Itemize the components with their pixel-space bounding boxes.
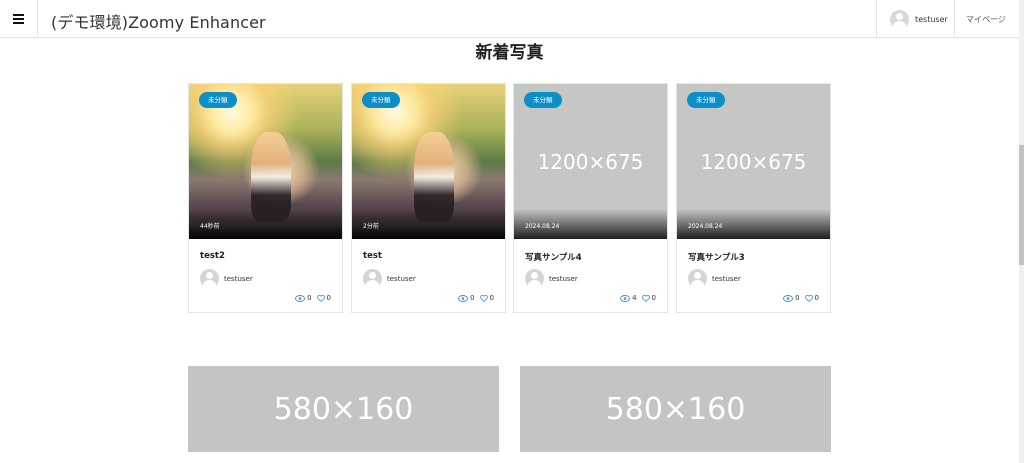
- eye-icon: [458, 294, 469, 302]
- placeholder-text: 1200×675: [537, 149, 644, 174]
- post-date: 2024.08.24: [688, 223, 723, 230]
- card-thumbnail[interactable]: 1200×675 未分類 2024.08.24: [514, 84, 667, 239]
- author-avatar-icon: [688, 269, 707, 288]
- card-author[interactable]: testuser: [688, 269, 741, 288]
- author-name: testuser: [549, 274, 578, 283]
- heart-icon[interactable]: [804, 294, 813, 302]
- view-count: 0: [307, 294, 312, 302]
- banner-placeholder-text: 580×160: [273, 391, 414, 427]
- like-count: 0: [651, 294, 656, 302]
- card-stats: 0 0: [783, 294, 819, 302]
- card-stats: 0 0: [295, 294, 331, 302]
- eye-icon: [620, 294, 631, 302]
- card-thumbnail[interactable]: 未分類 2分前: [352, 84, 505, 239]
- card-author[interactable]: testuser: [363, 269, 416, 288]
- card-title[interactable]: test: [363, 251, 382, 261]
- category-badge[interactable]: 未分類: [687, 92, 725, 108]
- section-title: 新着写真: [475, 43, 544, 63]
- view-count: 0: [795, 294, 800, 302]
- user-avatar-icon: [890, 9, 909, 29]
- site-header: (デモ環境)Zoomy Enhancer testuser マイページ: [0, 0, 1019, 38]
- card-title[interactable]: 写真サンプル3: [688, 251, 745, 263]
- photo-card[interactable]: 1200×675 未分類 2024.08.24 写真サンプル3 testuser…: [676, 83, 831, 313]
- card-thumbnail[interactable]: 1200×675 未分類 2024.08.24: [677, 84, 830, 239]
- view-count: 4: [632, 294, 637, 302]
- post-date: 2分前: [363, 223, 379, 230]
- author-name: testuser: [224, 274, 253, 283]
- banner-placeholder-text: 580×160: [605, 391, 746, 427]
- scroll-thumb[interactable]: [1019, 145, 1024, 265]
- card-title[interactable]: test2: [200, 251, 225, 261]
- heart-icon[interactable]: [316, 294, 325, 302]
- photo-card[interactable]: 未分類 44秒前 test2 testuser 0 0: [188, 83, 343, 313]
- view-count: 0: [470, 294, 475, 302]
- hamburger-icon: [13, 12, 24, 26]
- post-date: 44秒前: [200, 223, 220, 230]
- author-avatar-icon: [363, 269, 382, 288]
- category-badge[interactable]: 未分類: [362, 92, 400, 108]
- eye-icon: [783, 294, 794, 302]
- post-date: 2024.08.24: [525, 223, 560, 230]
- card-stats: 4 0: [620, 294, 656, 302]
- ad-banner[interactable]: 580×160: [188, 366, 499, 452]
- user-name: testuser: [915, 14, 948, 24]
- card-author[interactable]: testuser: [525, 269, 578, 288]
- like-count: 0: [326, 294, 331, 302]
- category-badge[interactable]: 未分類: [199, 92, 237, 108]
- author-name: testuser: [712, 274, 741, 283]
- card-thumbnail[interactable]: 未分類 44秒前: [189, 84, 342, 239]
- scrollbar[interactable]: [1019, 0, 1024, 463]
- eye-icon: [295, 294, 306, 302]
- user-menu[interactable]: testuser: [876, 0, 955, 38]
- card-title[interactable]: 写真サンプル4: [525, 251, 582, 263]
- site-title[interactable]: (デモ環境)Zoomy Enhancer: [51, 9, 266, 33]
- menu-button[interactable]: [0, 0, 38, 38]
- card-author[interactable]: testuser: [200, 269, 253, 288]
- ad-banner[interactable]: 580×160: [520, 366, 831, 452]
- photo-card[interactable]: 1200×675 未分類 2024.08.24 写真サンプル4 testuser…: [513, 83, 668, 313]
- photo-card[interactable]: 未分類 2分前 test testuser 0 0: [351, 83, 506, 313]
- card-stats: 0 0: [458, 294, 494, 302]
- heart-icon[interactable]: [641, 294, 650, 302]
- placeholder-text: 1200×675: [700, 149, 807, 174]
- heart-icon[interactable]: [479, 294, 488, 302]
- author-name: testuser: [387, 274, 416, 283]
- author-avatar-icon: [200, 269, 219, 288]
- mypage-link[interactable]: マイページ: [966, 14, 1006, 25]
- author-avatar-icon: [525, 269, 544, 288]
- like-count: 0: [489, 294, 494, 302]
- like-count: 0: [814, 294, 819, 302]
- category-badge[interactable]: 未分類: [524, 92, 562, 108]
